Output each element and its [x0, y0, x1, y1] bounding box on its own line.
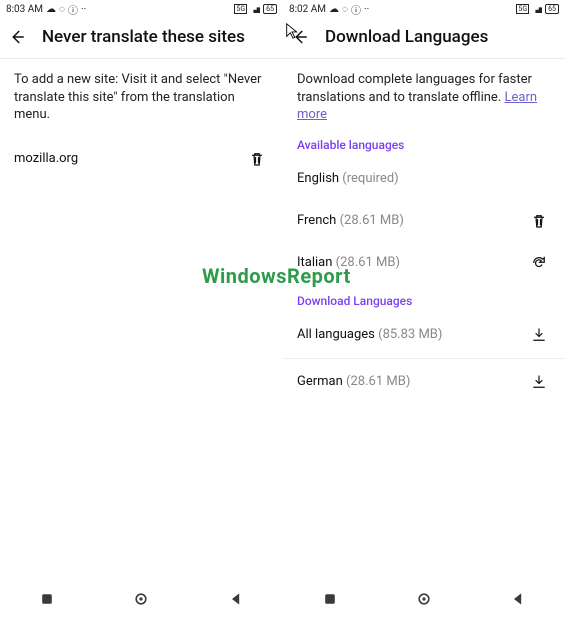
section-download-languages: Download Languages [297, 294, 551, 308]
volte-icon: 5G [516, 4, 529, 14]
language-row[interactable]: Italian (28.61 MB) [297, 242, 551, 284]
reddit-icon: ◌ [59, 4, 65, 15]
section-available-languages: Available languages [297, 138, 551, 152]
language-meta: (28.61 MB) [346, 374, 410, 389]
nav-back[interactable] [510, 591, 526, 611]
nav-home[interactable] [133, 591, 149, 611]
battery-icon: 65 [263, 4, 277, 14]
help-text: Download complete languages for faster t… [297, 71, 551, 124]
reddit-icon: ◌ [342, 4, 348, 15]
header-bar: Download Languages [283, 16, 565, 59]
nav-home[interactable] [416, 591, 432, 611]
language-meta: (required) [342, 171, 398, 186]
language-row[interactable]: German (28.61 MB) [297, 361, 551, 403]
page-title: Never translate these sites [42, 27, 245, 47]
delete-site-button[interactable] [245, 147, 269, 171]
cloud-icon: ☁ [329, 4, 339, 15]
battery-icon: 65 [545, 4, 559, 14]
nav-recent[interactable] [322, 591, 338, 611]
download-language-button[interactable] [527, 323, 551, 347]
nav-back[interactable] [228, 591, 244, 611]
page-title: Download Languages [325, 27, 488, 47]
more-icon: ·· [81, 4, 86, 15]
cloud-icon: ☁ [46, 4, 56, 15]
signal-icon [250, 5, 260, 13]
info-icon: ⓘ [68, 2, 78, 17]
android-nav-bar [0, 586, 283, 616]
status-bar: 8:02 AM ☁ ◌ ⓘ ·· 5G 65 [283, 0, 565, 16]
status-bar: 8:03 AM ☁ ◌ ⓘ ·· 5G 65 [0, 0, 283, 16]
delete-language-button[interactable] [527, 209, 551, 233]
volte-icon: 5G [234, 4, 247, 14]
android-nav-bar [283, 586, 565, 616]
screen-never-translate: 8:03 AM ☁ ◌ ⓘ ·· 5G 65 Never translate t… [0, 0, 284, 620]
language-name: French [297, 213, 336, 228]
signal-icon [532, 5, 542, 13]
language-row[interactable]: All languages (85.83 MB) [297, 314, 551, 356]
info-icon: ⓘ [351, 2, 361, 17]
language-meta: (85.83 MB) [378, 327, 442, 342]
header-bar: Never translate these sites [0, 16, 283, 59]
nav-recent[interactable] [39, 591, 55, 611]
more-icon: ·· [364, 4, 369, 15]
back-button[interactable] [8, 25, 42, 49]
divider [283, 358, 565, 359]
status-time: 8:03 AM [6, 4, 43, 15]
refresh-language-button[interactable] [527, 251, 551, 275]
language-row[interactable]: English (required) [297, 158, 551, 200]
language-name: Italian [297, 255, 332, 270]
status-time: 8:02 AM [289, 4, 326, 15]
help-text-body: Download complete languages for faster t… [297, 72, 532, 105]
back-button[interactable] [291, 25, 325, 49]
screen-download-languages: 8:02 AM ☁ ◌ ⓘ ·· 5G 65 Download Language… [283, 0, 565, 620]
language-row[interactable]: French (28.61 MB) [297, 200, 551, 242]
language-meta: (28.61 MB) [340, 213, 404, 228]
language-name: All languages [297, 327, 375, 342]
site-domain: mozilla.org [14, 151, 78, 166]
help-text: To add a new site: Visit it and select "… [14, 71, 269, 124]
site-row: mozilla.org [14, 138, 269, 180]
download-language-button[interactable] [527, 370, 551, 394]
language-name: German [297, 374, 343, 389]
language-name: English [297, 171, 339, 186]
language-meta: (28.61 MB) [336, 255, 400, 270]
